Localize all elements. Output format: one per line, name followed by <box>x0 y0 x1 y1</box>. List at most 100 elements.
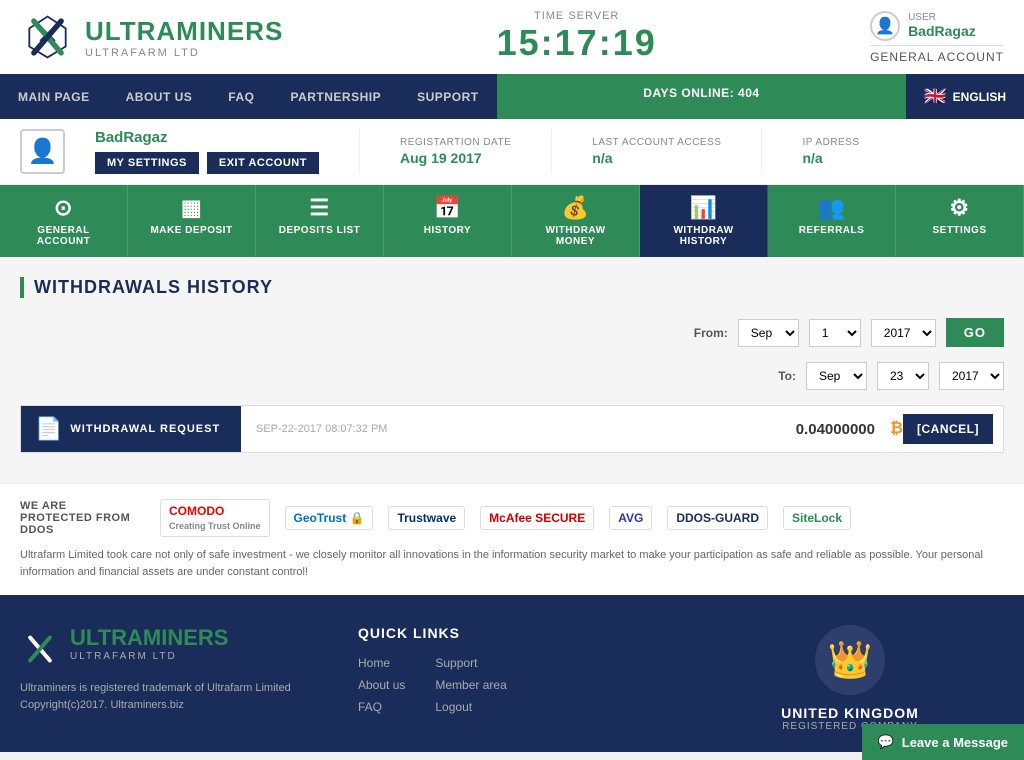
to-day-select[interactable]: 2312310152030 <box>877 362 929 390</box>
tab-deposits-list-label: DEPOSITS LIST <box>279 225 361 236</box>
protection-top: WE ARE PROTECTED FROM DDOS COMODOCreatin… <box>20 499 1004 537</box>
language-selector[interactable]: 🇬🇧 ENGLISH <box>906 74 1024 119</box>
footer-logo-area: ULTRAMINERS ULTRAFARM LTD Ultraminers is… <box>20 625 328 732</box>
logo-text: ULTRAMINERS ULTRAFARM LTD <box>85 16 283 59</box>
btc-icon: ₿ <box>890 420 903 438</box>
last-access-value: n/a <box>592 150 721 166</box>
days-online: DAYS ONLINE: 404 <box>497 74 907 119</box>
quick-links-title: QUICK LINKS <box>358 625 666 641</box>
deposits-list-icon: ☰ <box>309 195 329 221</box>
tab-deposits-list[interactable]: ☰ DEPOSITS LIST <box>256 185 384 257</box>
main-nav: MAIN PAGE ABOUT US FAQ PARTNERSHIP SUPPO… <box>0 74 1024 119</box>
geotrust-badge: GeoTrust 🔒 <box>285 506 374 530</box>
flag-icon: 🇬🇧 <box>924 86 946 107</box>
footer-link-member[interactable]: Member area <box>435 678 506 692</box>
footer-link-faq[interactable]: FAQ <box>358 700 405 714</box>
tab-withdraw-money[interactable]: 💰 WITHDRAW MONEY <box>512 185 640 257</box>
nav-main-page[interactable]: MAIN PAGE <box>0 74 108 119</box>
withdrawal-row: 📄 WITHDRAWAL REQUEST SEP-22-2017 08:07:3… <box>20 405 1004 453</box>
user-bar-info: BadRagaz MY SETTINGS EXIT ACCOUNT <box>95 129 319 174</box>
logo-title-part1: ULTRA <box>85 16 176 46</box>
cancel-button[interactable]: [CANCEL] <box>903 414 993 444</box>
filter-row-to: To: SepJanFebMarAprMayJunJulAugOctNovDec… <box>20 362 1004 390</box>
tab-history[interactable]: 📅 HISTORY <box>384 185 512 257</box>
nav-support[interactable]: SUPPORT <box>399 74 497 119</box>
footer-link-support[interactable]: Support <box>435 656 506 670</box>
registration-date-stat: REGISTARTION DATE Aug 19 2017 <box>400 137 511 166</box>
user-avatar: 👤 <box>20 129 65 174</box>
go-button[interactable]: GO <box>946 318 1004 347</box>
trustwave-badge: Trustwave <box>388 506 465 530</box>
to-year-select[interactable]: 201720162018 <box>939 362 1004 390</box>
footer-logo-title: ULTRAMINERS <box>70 625 228 651</box>
withdraw-history-icon: 📊 <box>690 195 718 221</box>
footer-links: QUICK LINKS Home About us FAQ Support Me… <box>358 625 666 732</box>
chat-button[interactable]: 💬 Leave a Message <box>862 724 1024 760</box>
mcafee-badge: McAfee SECURE <box>480 506 594 530</box>
tab-withdraw-history[interactable]: 📊 WITHDRAW HISTORY <box>640 185 768 257</box>
footer-link-home[interactable]: Home <box>358 656 405 670</box>
footer-link-columns: Home About us FAQ Support Member area Lo… <box>358 656 666 714</box>
tab-general-account-label: GENERAL ACCOUNT <box>14 225 113 247</box>
divider-3 <box>761 129 762 174</box>
ip-label: IP ADRESS <box>802 137 859 148</box>
comodo-badge: COMODOCreating Trust Online <box>160 499 270 537</box>
to-label: To: <box>778 369 796 383</box>
tab-general-account[interactable]: ⊙ GENERAL ACCOUNT <box>0 185 128 257</box>
main-content: WITHDRAWALS HISTORY From: SepJanFebMarAp… <box>0 257 1024 483</box>
from-day-select[interactable]: 1234567891015202330 <box>809 319 861 347</box>
ip-value: n/a <box>802 150 859 166</box>
ddos-badge: DDOS-GUARD <box>667 506 768 530</box>
header: ✕ ULTRAMINERS ULTRAFARM LTD TIME SERVER … <box>0 0 1024 74</box>
footer-logo-sub: ULTRAFARM LTD <box>70 651 228 662</box>
protection-section: WE ARE PROTECTED FROM DDOS COMODOCreatin… <box>0 483 1024 595</box>
to-month-select[interactable]: SepJanFebMarAprMayJunJulAugOctNovDec <box>806 362 867 390</box>
tab-withdraw-history-label: WITHDRAW HISTORY <box>654 225 753 247</box>
tab-withdraw-money-label: WITHDRAW MONEY <box>526 225 625 247</box>
uk-title: UNITED KINGDOM <box>781 705 919 721</box>
tab-referrals[interactable]: 👥 REFERRALS <box>768 185 896 257</box>
from-month-select[interactable]: SepJanFebMarAprMayJunJulAugOctNovDec <box>738 319 799 347</box>
footer-link-about[interactable]: About us <box>358 678 405 692</box>
footer-logo-icon <box>20 631 60 667</box>
ip-address-stat: IP ADRESS n/a <box>802 137 859 166</box>
filter-row: From: SepJanFebMarAprMayJunJulAugOctNovD… <box>20 318 1004 347</box>
avg-badge: AVG <box>609 506 652 530</box>
user-bar-name: BadRagaz <box>95 129 319 146</box>
my-settings-button[interactable]: MY SETTINGS <box>95 152 199 174</box>
withdrawal-amount: 0.04000000 <box>781 421 890 438</box>
tab-settings-label: SETTINGS <box>932 225 986 236</box>
from-year-select[interactable]: 201720162018 <box>871 319 936 347</box>
user-label: USER <box>908 12 976 23</box>
protection-text: Ultrafarm Limited took care not only of … <box>20 547 1004 580</box>
page-title: WITHDRAWALS HISTORY <box>20 277 1004 298</box>
sitelock-badge: SiteLock <box>783 506 851 530</box>
nav-about-us[interactable]: ABOUT US <box>108 74 211 119</box>
last-access-stat: LAST ACCOUNT ACCESS n/a <box>592 137 721 166</box>
logo-icon: ✕ <box>20 12 75 62</box>
nav-faq[interactable]: FAQ <box>210 74 272 119</box>
user-info: USER BadRagaz <box>908 12 976 39</box>
footer-trademark-text: Ultraminers is registered trademark of U… <box>20 682 328 694</box>
logo: ✕ ULTRAMINERS ULTRAFARM LTD <box>20 12 283 62</box>
uk-emblem: 👑 <box>815 625 885 695</box>
registration-value: Aug 19 2017 <box>400 150 511 166</box>
footer-copyright: Copyright(c)2017. Ultraminers.biz <box>20 699 328 711</box>
footer-link-logout[interactable]: Logout <box>435 700 506 714</box>
user-row: 👤 USER BadRagaz <box>870 11 976 41</box>
referrals-icon: 👥 <box>818 195 846 221</box>
tab-make-deposit[interactable]: ▦ MAKE DEPOSIT <box>128 185 256 257</box>
tab-make-deposit-label: MAKE DEPOSIT <box>150 225 232 236</box>
withdrawal-doc-icon: 📄 <box>35 416 62 442</box>
chat-icon: 💬 <box>878 734 894 750</box>
chat-label: Leave a Message <box>902 735 1008 750</box>
tab-settings[interactable]: ⚙ SETTINGS <box>896 185 1024 257</box>
nav-partnership[interactable]: PARTNERSHIP <box>272 74 399 119</box>
withdraw-money-icon: 💰 <box>562 195 590 221</box>
from-label: From: <box>694 326 728 340</box>
withdrawal-left: 📄 WITHDRAWAL REQUEST <box>21 406 241 452</box>
logo-sub: ULTRAFARM LTD <box>85 47 283 59</box>
exit-account-button[interactable]: EXIT ACCOUNT <box>207 152 319 174</box>
user-icon: 👤 <box>870 11 900 41</box>
footer-uk-section: 👑 UNITED KINGDOM REGISTERED COMPANY <box>696 625 1004 732</box>
